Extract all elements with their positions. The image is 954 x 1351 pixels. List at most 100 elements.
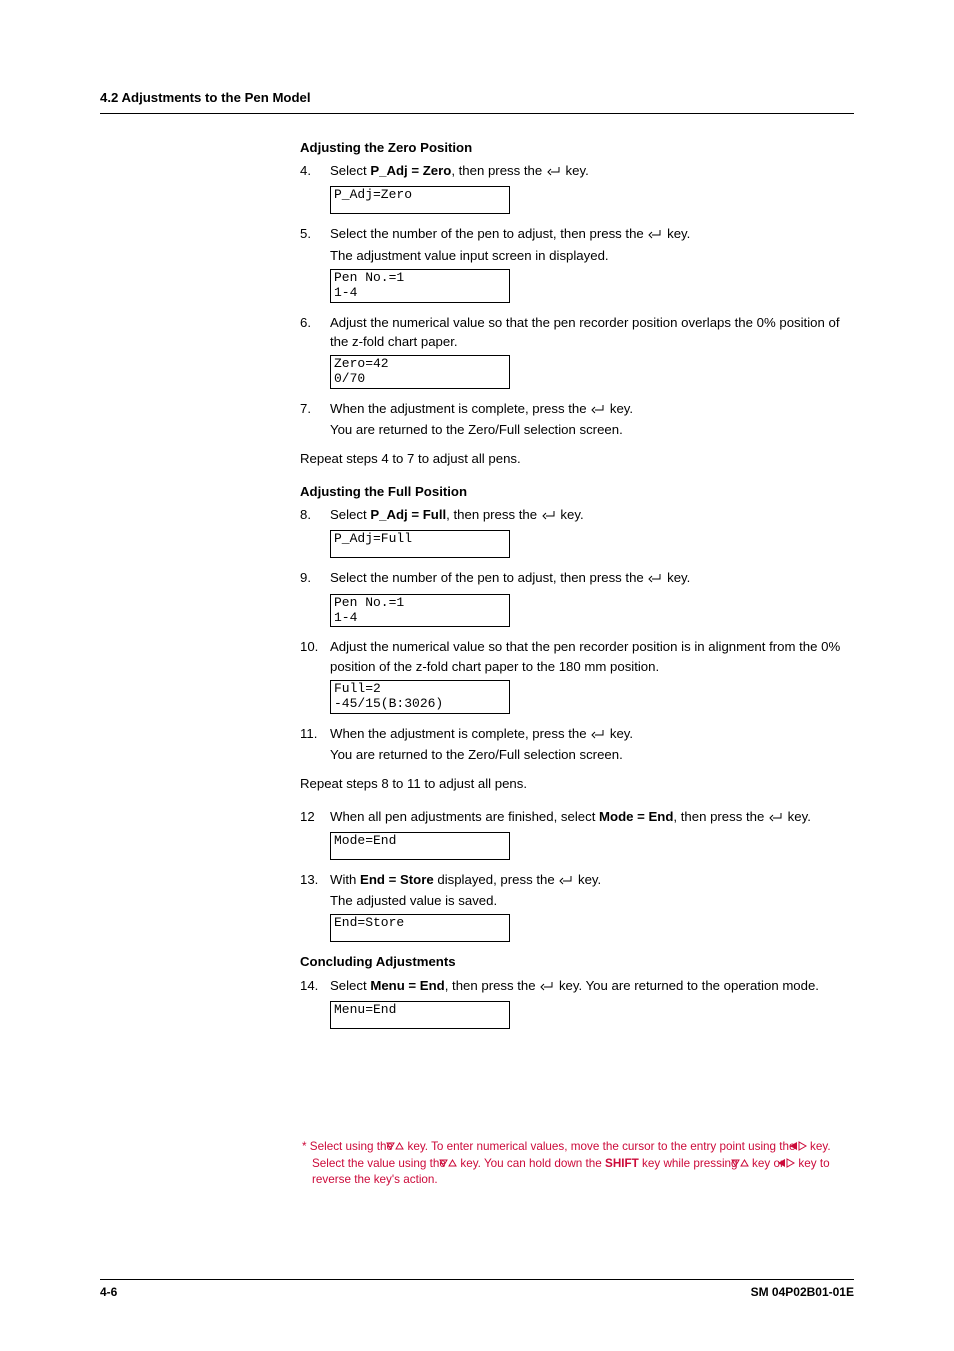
- lcd-line1: Pen No.=1: [334, 271, 506, 286]
- down-up-triangle-icon: [741, 1157, 749, 1173]
- text: key.: [784, 809, 811, 824]
- enter-key-icon: [647, 226, 663, 245]
- text: Adjust the numerical value so that the p…: [330, 639, 840, 673]
- step-body: Select the number of the pen to adjust, …: [330, 224, 844, 264]
- lcd-line2: 1-4: [334, 611, 506, 626]
- lcd-line1: End=Store: [334, 916, 506, 931]
- enter-key-icon: [590, 726, 606, 745]
- page-number: 4-6: [100, 1284, 117, 1301]
- step-number: 8.: [300, 505, 330, 524]
- doc-code: SM 04P02B01-01E: [751, 1284, 854, 1301]
- left-right-triangle-icon: [799, 1140, 807, 1156]
- text: Select using the: [307, 1140, 397, 1153]
- lcd-display: Menu=End: [330, 1001, 844, 1029]
- step-body: With End = Store displayed, press the ke…: [330, 870, 844, 910]
- lcd-line1: Zero=42: [334, 357, 506, 372]
- lcd-display: Pen No.=11-4: [330, 269, 844, 303]
- enter-key-icon: [590, 401, 606, 420]
- text: With: [330, 872, 360, 887]
- step-11: 11. When the adjustment is complete, pre…: [300, 724, 844, 764]
- heading-zero: Adjusting the Zero Position: [300, 138, 844, 157]
- step-number: 4.: [300, 161, 330, 180]
- text: When the adjustment is complete, press t…: [330, 726, 590, 741]
- step-4: 4. Select P_Adj = Zero, then press the k…: [300, 161, 844, 182]
- step-body: Select P_Adj = Zero, then press the key.: [330, 161, 844, 182]
- text: key.: [606, 726, 633, 741]
- step-number: 5.: [300, 224, 330, 243]
- heading-full: Adjusting the Full Position: [300, 482, 844, 501]
- step-number: 12: [300, 807, 330, 826]
- text: Select: [330, 978, 370, 993]
- left-right-triangle-icon: [787, 1157, 795, 1173]
- lcd-display: Full=2-45/15(B:3026): [330, 680, 844, 714]
- repeat-text: Repeat steps 4 to 7 to adjust all pens.: [300, 449, 844, 468]
- step-body: When all pen adjustments are finished, s…: [330, 807, 844, 828]
- text: The adjusted value is saved.: [330, 891, 844, 910]
- text: Select the number of the pen to adjust, …: [330, 226, 647, 241]
- lcd-display: Mode=End: [330, 832, 844, 860]
- enter-key-icon: [768, 809, 784, 828]
- lcd-line1: P_Adj=Full: [334, 532, 506, 547]
- bold-text: End = Store: [360, 872, 434, 887]
- lcd-display: P_Adj=Zero: [330, 186, 844, 214]
- text: displayed, press the: [434, 872, 559, 887]
- text: , then press the: [445, 978, 540, 993]
- text: Select the number of the pen to adjust, …: [330, 570, 647, 585]
- enter-key-icon: [647, 570, 663, 589]
- step-number: 10.: [300, 637, 330, 656]
- bold-text: Mode = End: [599, 809, 673, 824]
- step-number: 11.: [300, 724, 330, 743]
- text: key. To enter numerical values, move the…: [404, 1140, 799, 1153]
- step-10: 10. Adjust the numerical value so that t…: [300, 637, 844, 675]
- text: key. You are returned to the operation m…: [555, 978, 819, 993]
- step-body: Select P_Adj = Full, then press the key.: [330, 505, 844, 526]
- lcd-line1: Full=2: [334, 682, 506, 697]
- text: key.: [606, 401, 633, 416]
- lcd-display: Zero=420/70: [330, 355, 844, 389]
- text: You are returned to the Zero/Full select…: [330, 420, 844, 439]
- step-9: 9. Select the number of the pen to adjus…: [300, 568, 844, 589]
- text: , then press the: [451, 163, 546, 178]
- text: key. You can hold down the: [457, 1157, 605, 1170]
- step-body: Select Menu = End, then press the key. Y…: [330, 976, 844, 997]
- step-number: 9.: [300, 568, 330, 587]
- page-footer: 4-6 SM 04P02B01-01E: [100, 1279, 854, 1301]
- lcd-line1: Menu=End: [334, 1003, 506, 1018]
- step-12: 12 When all pen adjustments are finished…: [300, 807, 844, 828]
- down-up-triangle-icon: [449, 1157, 457, 1173]
- heading-conclude: Concluding Adjustments: [300, 952, 844, 971]
- lcd-line1: Mode=End: [334, 834, 506, 849]
- enter-key-icon: [539, 978, 555, 997]
- step-number: 14.: [300, 976, 330, 995]
- text: key.: [562, 163, 589, 178]
- lcd-line1: Pen No.=1: [334, 596, 506, 611]
- step-body: Adjust the numerical value so that the p…: [330, 637, 844, 675]
- bold-text: P_Adj = Full: [370, 507, 446, 522]
- text: , then press the: [673, 809, 768, 824]
- enter-key-icon: [558, 872, 574, 891]
- text: , then press the: [446, 507, 541, 522]
- footnote: * Select using the key. To enter numeric…: [300, 1139, 844, 1188]
- enter-key-icon: [541, 507, 557, 526]
- step-7: 7. When the adjustment is complete, pres…: [300, 399, 844, 439]
- section-header: 4.2 Adjustments to the Pen Model: [100, 88, 854, 114]
- lcd-display: P_Adj=Full: [330, 530, 844, 558]
- lcd-line1: P_Adj=Zero: [334, 188, 506, 203]
- lcd-line2: 0/70: [334, 372, 506, 387]
- text: When the adjustment is complete, press t…: [330, 401, 590, 416]
- step-body: Adjust the numerical value so that the p…: [330, 313, 844, 351]
- lcd-display: Pen No.=11-4: [330, 594, 844, 628]
- step-number: 6.: [300, 313, 330, 332]
- step-14: 14. Select Menu = End, then press the ke…: [300, 976, 844, 997]
- text: Select: [330, 507, 370, 522]
- text: key.: [557, 507, 584, 522]
- text: key.: [574, 872, 601, 887]
- lcd-line2: 1-4: [334, 286, 506, 301]
- enter-key-icon: [546, 163, 562, 182]
- text: Select: [330, 163, 370, 178]
- step-6: 6. Adjust the numerical value so that th…: [300, 313, 844, 351]
- lcd-line2: -45/15(B:3026): [334, 697, 506, 712]
- step-8: 8. Select P_Adj = Full, then press the k…: [300, 505, 844, 526]
- text: Adjust the numerical value so that the p…: [330, 315, 839, 349]
- step-5: 5. Select the number of the pen to adjus…: [300, 224, 844, 264]
